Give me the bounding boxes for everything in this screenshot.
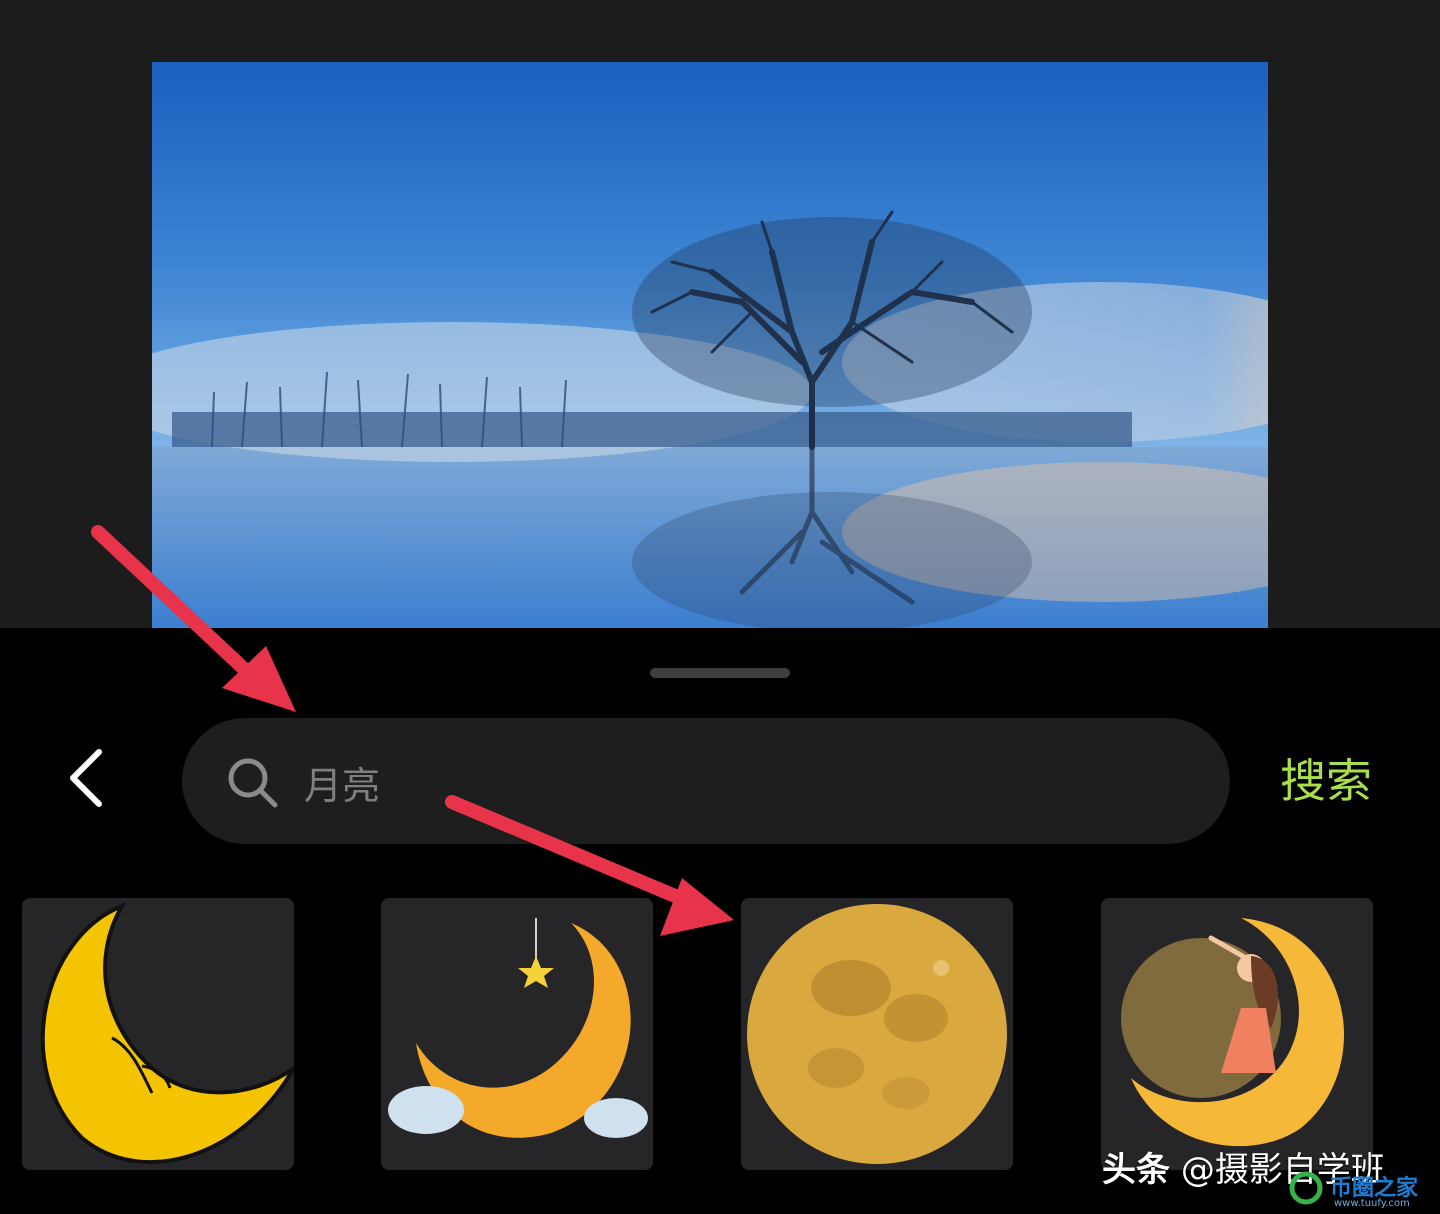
watermark-brand: 头条 (1102, 1150, 1170, 1190)
back-button[interactable] (50, 738, 120, 818)
result-tile-full-moon[interactable] (741, 898, 1013, 1170)
moon-girl-sticker (1121, 918, 1345, 1147)
site-url: www.tuufy.com (1334, 1198, 1410, 1209)
background-photo (152, 62, 1268, 628)
search-submit-button[interactable]: 搜索 (1280, 746, 1372, 816)
full-moon-sticker (747, 904, 1007, 1164)
result-tile-crescent-star[interactable] (381, 898, 653, 1170)
search-bar[interactable] (182, 718, 1230, 844)
search-input[interactable] (302, 752, 1186, 812)
preview-canvas (0, 0, 1440, 628)
result-tile-moon-girl[interactable] (1101, 898, 1373, 1170)
drag-handle[interactable] (650, 668, 790, 678)
site-logo-icon (1289, 1171, 1323, 1205)
moon-face-sticker (40, 901, 294, 1164)
back-chevron-icon (70, 749, 102, 807)
search-icon (228, 758, 278, 808)
crescent-star-sticker (388, 918, 648, 1138)
result-tile-moon-face[interactable] (22, 898, 294, 1170)
